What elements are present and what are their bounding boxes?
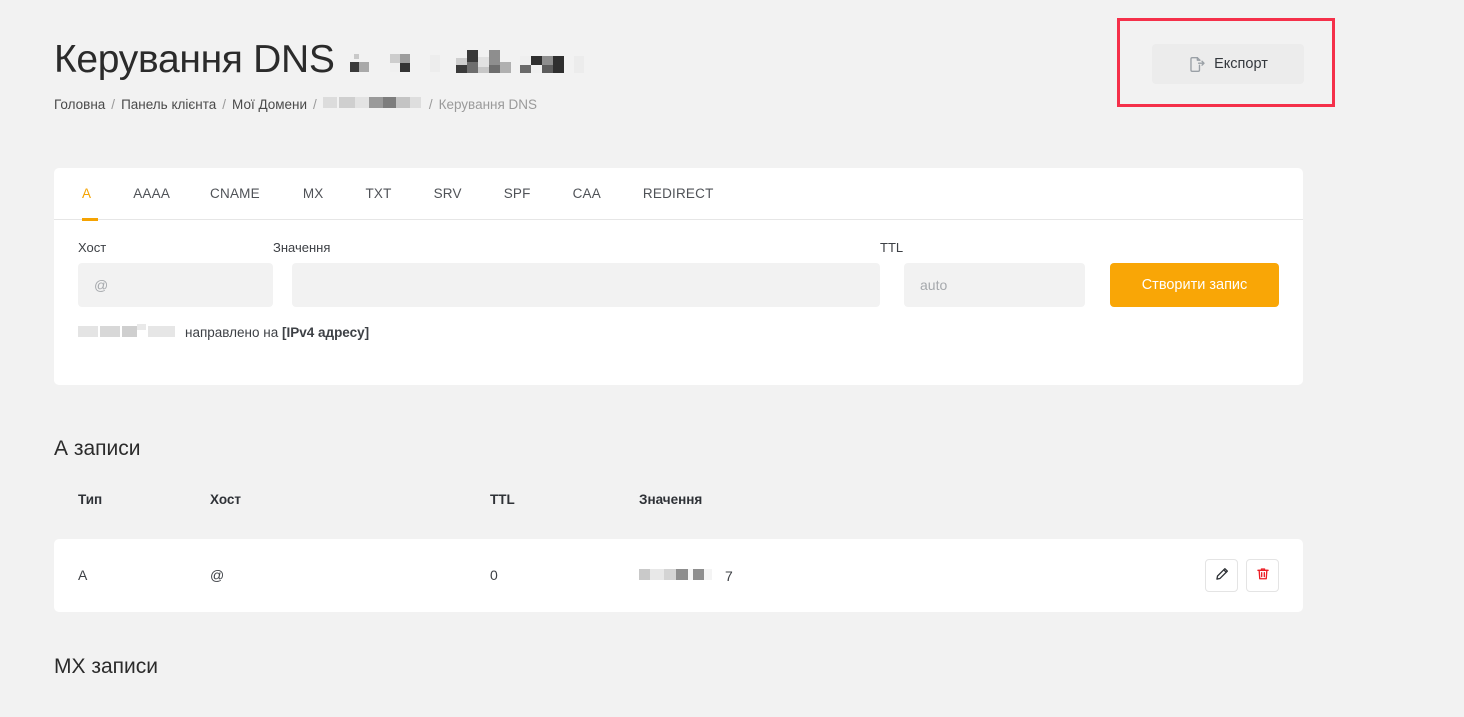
page-header: Керування DNS Головна / Панель клієнта /… (54, 36, 1094, 114)
breadcrumb: Головна / Панель клієнта / Мої Домени / … (54, 95, 1094, 114)
tab-mx[interactable]: MX (303, 168, 324, 220)
ttl-field-label: TTL (880, 240, 904, 255)
breadcrumb-separator: / (313, 96, 317, 112)
dns-management-page: Керування DNS Головна / Панель клієнта /… (0, 0, 1464, 717)
host-input[interactable] (78, 263, 273, 307)
delete-record-button[interactable] (1246, 559, 1279, 592)
value-suffix: 7 (725, 567, 733, 584)
breadcrumb-separator: / (428, 96, 433, 112)
column-header-host: Хост (210, 492, 242, 507)
edit-record-button[interactable] (1205, 559, 1238, 592)
breadcrumb-current: Керування DNS (438, 96, 538, 112)
pencil-icon (1215, 567, 1229, 584)
table-row[interactable]: A @ 0 7 (54, 539, 1303, 612)
value-field-label: Значення (273, 240, 331, 255)
value-field-group: Значення (273, 240, 880, 307)
form-hint-bold: [IPv4 адресу] (281, 325, 370, 340)
create-record-form: Хост Значення TTL Створити запис (54, 220, 1303, 307)
host-field-label: Хост (78, 240, 107, 255)
row-actions (1205, 559, 1279, 592)
breadcrumb-item-my-domains[interactable]: Мої Домени (232, 96, 307, 114)
page-title: Керування DNS (54, 38, 335, 81)
record-type-tabs: A AAAA CNAME MX TXT SRV SPF CAA REDIRECT (54, 168, 1303, 221)
a-records-section-title: А записи (54, 437, 141, 460)
a-records-table-header: Тип Хост TTL Значення (54, 492, 1303, 519)
form-hint-lead: направлено на (185, 325, 282, 340)
tab-spf[interactable]: SPF (504, 168, 531, 220)
tab-caa[interactable]: CAA (573, 168, 601, 220)
form-hint-text: направлено на [IPv4 адресу] (185, 325, 369, 340)
column-header-ttl: TTL (490, 492, 515, 507)
cell-ttl: 0 (490, 567, 498, 583)
title-row: Керування DNS (54, 36, 1094, 84)
tab-srv[interactable]: SRV (434, 168, 462, 220)
mx-records-section-title: MX записи (54, 655, 158, 678)
ttl-field-group: TTL (880, 240, 1085, 307)
redacted-ip-value (639, 567, 719, 584)
redacted-domain-title (344, 48, 584, 78)
column-header-value: Значення (639, 492, 703, 507)
breadcrumb-separator: / (111, 96, 116, 112)
export-button-label: Експорт (1214, 56, 1268, 72)
breadcrumb-item-home[interactable]: Головна (54, 96, 105, 114)
tab-redirect[interactable]: REDIRECT (643, 168, 714, 220)
breadcrumb-item-domain-redacted[interactable] (322, 95, 423, 114)
dns-record-form-card: A AAAA CNAME MX TXT SRV SPF CAA REDIRECT… (54, 168, 1303, 385)
breadcrumb-separator: / (222, 96, 227, 112)
redacted-host-hint (78, 324, 175, 341)
breadcrumb-item-client-panel[interactable]: Панель клієнта (121, 96, 216, 114)
form-hint: направлено на [IPv4 адресу] (54, 307, 1303, 341)
tab-txt[interactable]: TXT (365, 168, 391, 220)
column-header-type: Тип (78, 492, 103, 507)
cell-value: 7 (639, 567, 733, 584)
host-field-group: Хост (78, 240, 273, 307)
tab-aaaa[interactable]: AAAA (133, 168, 170, 220)
create-record-button[interactable]: Створити запис (1110, 263, 1279, 307)
trash-icon (1256, 567, 1270, 584)
ttl-input[interactable] (904, 263, 1085, 307)
export-button[interactable]: Експорт (1152, 44, 1304, 84)
tab-a[interactable]: A (82, 168, 99, 221)
cell-host: @ (210, 567, 225, 583)
cell-type: A (78, 567, 88, 583)
value-input[interactable] (292, 263, 880, 307)
file-export-icon (1188, 56, 1205, 73)
tab-cname[interactable]: CNAME (210, 168, 260, 220)
